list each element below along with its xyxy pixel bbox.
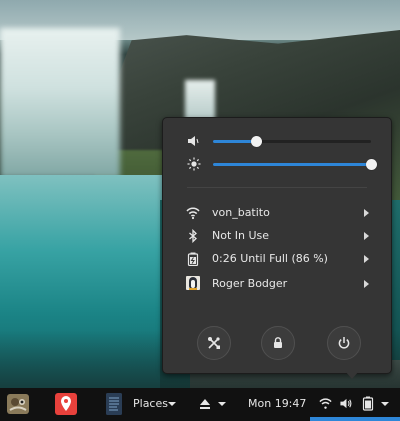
menu-item-wifi[interactable]: von_batito: [163, 202, 391, 224]
status-area-active-indicator: [310, 417, 400, 421]
chevron-right-icon: [364, 255, 369, 263]
battery-status-label: 0:26 Until Full (86 %): [212, 252, 328, 265]
bluetooth-status-label: Not In Use: [212, 229, 270, 242]
lock-button[interactable]: [261, 326, 295, 360]
menu-separator: [187, 187, 367, 188]
user-name-label: Roger Bodger: [212, 277, 288, 290]
status-menu-dropdown-arrow-icon[interactable]: [381, 402, 389, 406]
panel-clock[interactable]: Mon 19:47: [248, 397, 306, 410]
system-menu: von_batito Not In Use 0:26 Until Full (8…: [162, 117, 392, 374]
brightness-slider-handle[interactable]: [366, 159, 377, 170]
eject-icon[interactable]: [199, 398, 211, 410]
menu-item-user[interactable]: Roger Bodger: [163, 273, 391, 295]
bluetooth-icon: [189, 229, 197, 243]
battery-charging-icon: [187, 252, 199, 266]
volume-slider-fill: [213, 140, 256, 143]
menu-item-battery[interactable]: 0:26 Until Full (86 %): [163, 248, 391, 270]
brightness-slider[interactable]: [213, 159, 377, 170]
document-viewer-icon[interactable]: [102, 392, 126, 416]
power-button[interactable]: [327, 326, 361, 360]
eject-dropdown-arrow-icon: [218, 402, 226, 406]
wallpaper-waterfall: [0, 28, 120, 178]
power-icon: [338, 337, 350, 349]
menu-item-bluetooth[interactable]: Not In Use: [163, 225, 391, 247]
places-menu-button[interactable]: Places: [133, 397, 168, 410]
chevron-right-icon: [364, 209, 369, 217]
wifi-icon: [186, 207, 200, 220]
settings-tools-icon: [208, 337, 220, 349]
maps-icon[interactable]: [54, 392, 78, 416]
brightness-slider-fill: [213, 163, 371, 166]
wifi-network-label: von_batito: [212, 206, 270, 219]
settings-button[interactable]: [197, 326, 231, 360]
volume-low-icon: [188, 136, 199, 146]
battery-icon[interactable]: [362, 396, 374, 411]
user-avatar-icon: [186, 276, 200, 290]
chevron-right-icon: [364, 232, 369, 240]
brightness-slider-row: [163, 155, 391, 175]
chevron-right-icon: [364, 280, 369, 288]
volume-icon[interactable]: [339, 397, 353, 410]
volume-slider-handle[interactable]: [250, 136, 262, 147]
lock-icon: [274, 337, 282, 348]
gimp-icon[interactable]: [6, 392, 30, 416]
brightness-icon: [187, 157, 201, 171]
volume-slider[interactable]: [213, 136, 371, 147]
volume-slider-row: [163, 132, 391, 152]
wifi-icon[interactable]: [319, 397, 332, 410]
popover-pointer: [345, 371, 359, 379]
places-dropdown-arrow-icon: [168, 402, 176, 406]
